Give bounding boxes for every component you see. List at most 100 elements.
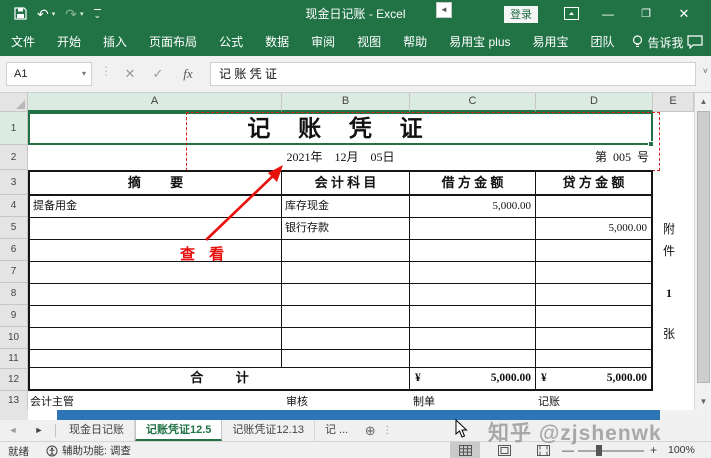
cell-summary[interactable]	[30, 350, 282, 368]
vertical-scrollbar[interactable]: ▲ ▼	[694, 93, 711, 410]
cell-debit[interactable]	[410, 328, 536, 350]
cell-credit[interactable]	[536, 262, 651, 284]
cell-summary[interactable]	[30, 328, 282, 350]
signoff-reviewer[interactable]: 审核	[286, 393, 308, 409]
row-header-5[interactable]: 5	[0, 217, 28, 239]
row-header-2[interactable]: 2	[0, 145, 28, 170]
vertical-scroll-thumb[interactable]	[697, 111, 710, 383]
name-box-dropdown-icon[interactable]: ▾	[82, 63, 86, 85]
row-header-10[interactable]: 10	[0, 327, 28, 349]
row-header-7[interactable]: 7	[0, 261, 28, 283]
column-header-e[interactable]: E	[653, 93, 694, 112]
cell-summary[interactable]	[30, 306, 282, 328]
cell-account[interactable]	[282, 240, 410, 262]
sheet-nav-left-icon[interactable]: ◄	[0, 420, 26, 441]
formula-bar-expand-icon[interactable]: ˅	[703, 66, 708, 76]
cancel-icon[interactable]: ✕	[120, 62, 140, 86]
sheet-tab-truncated[interactable]: 记 ...	[315, 420, 358, 441]
cell-account[interactable]	[282, 262, 410, 284]
comments-icon[interactable]	[687, 35, 703, 52]
cell-debit[interactable]	[410, 284, 536, 306]
scroll-down-icon[interactable]: ▼	[696, 393, 711, 410]
scroll-up-icon[interactable]: ▲	[696, 93, 711, 110]
insert-function-icon[interactable]: fx	[178, 62, 198, 86]
zoom-slider-track[interactable]	[578, 450, 644, 452]
minimize-button[interactable]: —	[598, 0, 618, 28]
cell-debit[interactable]	[410, 350, 536, 368]
cell-credit[interactable]	[536, 328, 651, 350]
tab-home[interactable]: 开始	[46, 28, 92, 56]
normal-view-button[interactable]	[450, 442, 480, 458]
cell-account[interactable]	[282, 328, 410, 350]
total-debit-cell[interactable]: ¥ 5,000.00	[410, 368, 536, 389]
header-account[interactable]: 会 计 科 目	[282, 172, 410, 196]
cell-credit[interactable]	[536, 196, 651, 218]
tab-review[interactable]: 审阅	[300, 28, 346, 56]
cell-debit[interactable]	[410, 262, 536, 284]
maximize-button[interactable]: ❐	[636, 0, 656, 28]
tab-view[interactable]: 视图	[346, 28, 392, 56]
column-header-c[interactable]: C	[410, 93, 536, 112]
close-button[interactable]: ✕	[674, 0, 694, 28]
cell-credit[interactable]	[536, 306, 651, 328]
tab-insert[interactable]: 插入	[92, 28, 138, 56]
voucher-number-cell[interactable]: 第 005 号	[595, 145, 649, 170]
cell-account[interactable]	[282, 306, 410, 328]
cell-credit[interactable]	[536, 350, 651, 368]
sheet-tab-cash-journal[interactable]: 现金日记账	[59, 420, 135, 441]
sheet-tab-voucher-12-5[interactable]: 记账凭证12.5	[135, 420, 222, 441]
cell-account[interactable]: 银行存款	[282, 218, 410, 240]
cell-summary[interactable]	[30, 240, 282, 262]
formula-input[interactable]: 记 账 凭 证	[210, 62, 696, 86]
row-header-8[interactable]: 8	[0, 283, 28, 305]
row-header-13[interactable]: 13	[0, 391, 28, 410]
tab-team[interactable]: 团队	[580, 28, 626, 56]
signoff-manager[interactable]: 会计主管	[30, 393, 74, 409]
row-header-6[interactable]: 6	[0, 239, 28, 261]
total-credit-cell[interactable]: ¥ 5,000.00	[536, 368, 651, 389]
header-debit[interactable]: 借 方 金 额	[410, 172, 536, 196]
tab-page-layout[interactable]: 页面布局	[138, 28, 208, 56]
row-header-4[interactable]: 4	[0, 195, 28, 217]
cell-debit[interactable]	[410, 218, 536, 240]
select-all-button[interactable]	[0, 93, 28, 112]
signoff-bookkeeper[interactable]: 记账	[538, 393, 560, 409]
tab-file[interactable]: 文件	[0, 28, 46, 56]
cell-debit[interactable]: 5,000.00	[410, 196, 536, 218]
accessibility-status[interactable]: 辅助功能: 调查	[46, 443, 131, 458]
zoom-level[interactable]: 100%	[668, 444, 695, 456]
new-sheet-icon[interactable]: ⊕	[358, 420, 382, 441]
cell-account[interactable]: 库存现金	[282, 196, 410, 218]
tab-help[interactable]: 帮助	[392, 28, 438, 56]
cell-account[interactable]	[282, 350, 410, 368]
sheet-tab-voucher-12-13[interactable]: 记账凭证12.13	[222, 420, 315, 441]
voucher-title-cell[interactable]: 记 账 凭 证	[28, 112, 653, 145]
sheet-nav-right-icon[interactable]: ►	[26, 420, 52, 441]
header-summary[interactable]: 摘 要	[30, 172, 282, 196]
row-header-12[interactable]: 12	[0, 369, 28, 391]
tab-formulas[interactable]: 公式	[208, 28, 254, 56]
sign-in-button[interactable]: 登录	[504, 6, 538, 23]
ribbon-display-options-icon[interactable]	[564, 7, 579, 25]
signoff-preparer[interactable]: 制单	[413, 393, 435, 409]
column-header-b[interactable]: B	[282, 93, 410, 112]
row-header-9[interactable]: 9	[0, 305, 28, 327]
cell-account[interactable]	[282, 284, 410, 306]
name-box[interactable]: A1 ▾	[6, 62, 92, 86]
total-label-cell[interactable]: 合 计	[30, 368, 410, 389]
cell-credit[interactable]: 5,000.00	[536, 218, 651, 240]
cell-summary[interactable]	[30, 284, 282, 306]
horizontal-scroll-left-icon[interactable]: ◄	[436, 2, 452, 18]
voucher-date-cell[interactable]: 2021年 12月 05日	[28, 145, 653, 170]
enter-icon[interactable]: ✓	[148, 62, 168, 86]
tell-me-search[interactable]: 告诉我	[626, 34, 690, 51]
cell-summary[interactable]	[30, 262, 282, 284]
tab-yiyongbao-plus[interactable]: 易用宝 plus	[438, 28, 521, 56]
tab-data[interactable]: 数据	[254, 28, 300, 56]
cell-summary[interactable]: 提备用金	[30, 196, 282, 218]
cell-credit[interactable]	[536, 284, 651, 306]
column-header-a[interactable]: A	[28, 93, 282, 112]
cell-summary[interactable]	[30, 218, 282, 240]
row-header-1[interactable]: 1	[0, 112, 28, 145]
header-credit[interactable]: 贷 方 金 额	[536, 172, 651, 196]
